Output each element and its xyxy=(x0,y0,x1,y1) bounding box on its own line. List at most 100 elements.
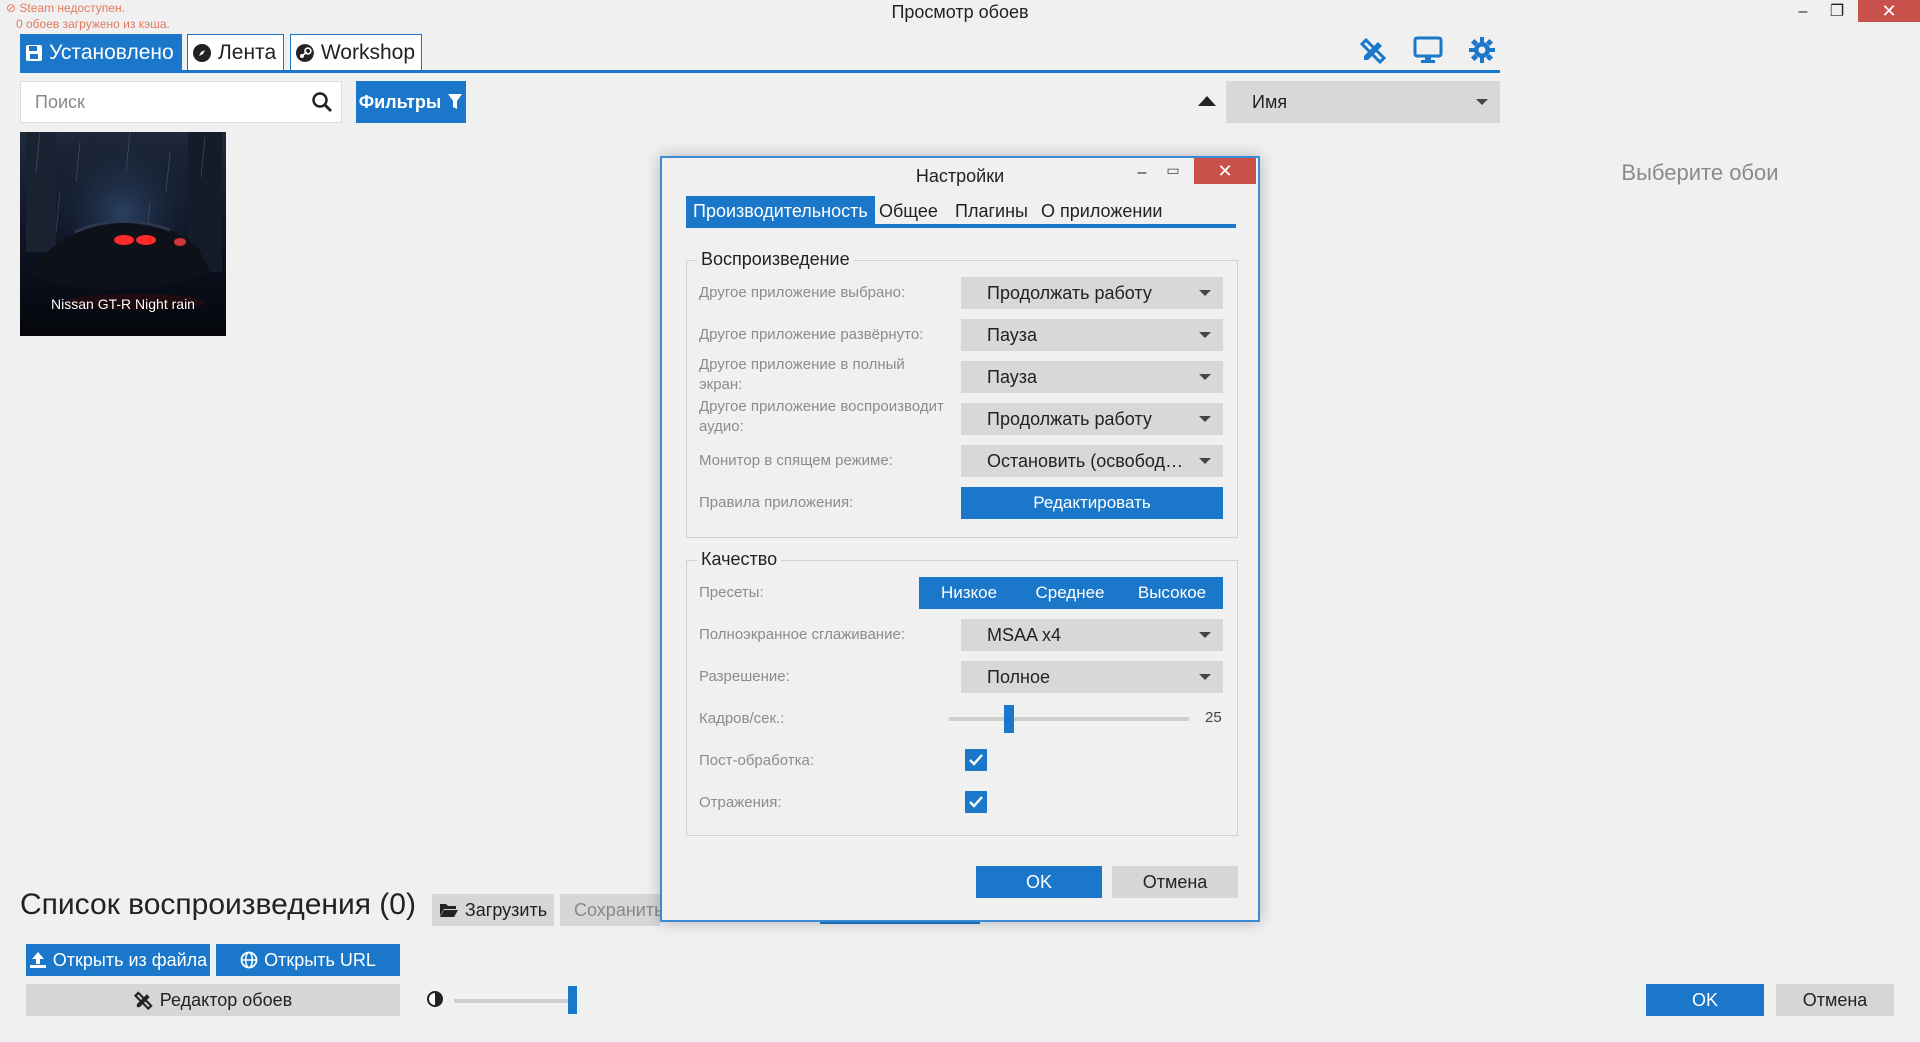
antialiasing-label: Полноэкранное сглаживание: xyxy=(699,626,905,643)
folder-open-icon xyxy=(439,904,458,917)
fps-label: Кадров/сек.: xyxy=(699,710,785,727)
compass-icon xyxy=(193,43,211,62)
tab-about[interactable]: О приложении xyxy=(1034,196,1169,226)
wallpaper-editor-button[interactable]: Редактор обоев xyxy=(26,984,400,1016)
tab-general[interactable]: Общее xyxy=(872,196,945,226)
monitor-icon xyxy=(1413,36,1443,63)
app-audio-label: Другое приложение воспроизводит аудио: xyxy=(699,398,944,435)
chevron-down-icon xyxy=(1199,290,1211,296)
fps-slider-track[interactable] xyxy=(949,717,1189,721)
app-fullscreen-value: Пауза xyxy=(987,367,1038,387)
tab-underline xyxy=(20,70,1500,73)
close-button[interactable]: ✕ xyxy=(1858,0,1920,22)
load-playlist-label: Загрузить xyxy=(464,899,548,920)
chevron-down-icon xyxy=(1199,416,1211,422)
save-playlist-button[interactable]: Сохранить xyxy=(560,894,660,926)
tab-performance[interactable]: Производительность xyxy=(686,196,875,226)
tab-workshop[interactable]: Workshop xyxy=(290,34,422,71)
filters-button[interactable]: Фильтры xyxy=(356,81,466,123)
save-icon xyxy=(26,44,42,61)
sort-select[interactable]: Имя xyxy=(1226,81,1500,123)
post-processing-checkbox[interactable] xyxy=(965,749,987,771)
app-maximized-select[interactable]: Пауза xyxy=(961,319,1223,351)
monitor-sleep-label: Монитор в спящем режиме: xyxy=(699,452,893,469)
dialog-close-button[interactable]: ✕ xyxy=(1194,158,1256,184)
edit-rules-button[interactable]: Редактировать xyxy=(961,487,1223,519)
preset-high-button[interactable]: Высокое xyxy=(1121,577,1223,609)
app-focused-value: Продолжать работу xyxy=(987,283,1152,303)
playback-group: Воспроизведение Другое приложение выбран… xyxy=(686,249,1238,538)
quality-group: Качество Пресеты: Низкое Среднее Высокое… xyxy=(686,549,1238,836)
reflections-checkbox[interactable] xyxy=(965,791,987,813)
pencil-ruler-icon xyxy=(1360,37,1387,64)
maximize-button[interactable]: ❐ xyxy=(1824,0,1850,22)
chevron-down-icon xyxy=(1199,674,1211,680)
minimize-button[interactable]: – xyxy=(1790,0,1816,22)
preset-medium-button[interactable]: Среднее xyxy=(1019,577,1121,609)
save-playlist-label: Сохранить xyxy=(574,899,660,920)
ok-button[interactable]: OK xyxy=(1646,984,1764,1016)
tab-feed[interactable]: Лента xyxy=(187,34,284,71)
chevron-down-icon xyxy=(1199,458,1211,464)
app-rules-label: Правила приложения: xyxy=(699,494,854,511)
antialiasing-select[interactable]: MSAA x4 xyxy=(961,619,1223,651)
tab-installed-label: Установлено xyxy=(49,41,174,64)
preview-placeholder: Выберите обои xyxy=(1621,160,1779,185)
upload-icon xyxy=(29,952,46,968)
wallpaper-editor-label: Редактор обоев xyxy=(159,989,293,1010)
dialog-minimize-button[interactable]: – xyxy=(1132,164,1152,182)
app-focused-label: Другое приложение выбрано: xyxy=(699,284,906,301)
tab-plugins[interactable]: Плагины xyxy=(948,196,1035,226)
search-input[interactable] xyxy=(21,82,291,122)
open-url-button[interactable]: Открыть URL xyxy=(216,944,400,976)
app-focused-select[interactable]: Продолжать работу xyxy=(961,277,1223,309)
dialog-cancel-button[interactable]: Отмена xyxy=(1112,866,1238,898)
editor-tool-button[interactable] xyxy=(1356,34,1392,66)
wallpaper-item[interactable]: Nissan GT-R Night rain xyxy=(20,132,226,336)
resolution-select[interactable]: Полное xyxy=(961,661,1223,693)
presets-group: Низкое Среднее Высокое xyxy=(919,577,1223,609)
dialog-cancel-label: Отмена xyxy=(1142,871,1208,892)
brightness-slider-handle[interactable] xyxy=(568,986,577,1014)
cancel-button[interactable]: Отмена xyxy=(1776,984,1894,1016)
display-button[interactable] xyxy=(1410,34,1446,66)
wallpaper-title: Nissan GT-R Night rain xyxy=(51,296,195,312)
dialog-tab-underline xyxy=(686,224,1236,228)
load-playlist-button[interactable]: Загрузить xyxy=(432,894,554,926)
open-file-button[interactable]: Открыть из файла xyxy=(26,944,210,976)
brightness-icon xyxy=(426,990,444,1013)
post-processing-label: Пост-обработка: xyxy=(699,752,814,769)
search-icon[interactable] xyxy=(311,91,333,118)
settings-button[interactable] xyxy=(1464,34,1500,66)
app-maximized-value: Пауза xyxy=(987,325,1038,345)
filters-label: Фильтры xyxy=(358,92,442,112)
fps-slider-handle[interactable] xyxy=(1004,705,1014,733)
steam-icon xyxy=(295,43,314,62)
tab-workshop-label: Workshop xyxy=(320,41,415,64)
antialiasing-value: MSAA x4 xyxy=(987,625,1062,645)
brightness-slider-track[interactable] xyxy=(454,999,574,1003)
settings-dialog: Настройки – ▭ ✕ Производительность Общее… xyxy=(660,156,1260,922)
window-title: Просмотр обоев xyxy=(891,2,1029,22)
chevron-down-icon xyxy=(1476,99,1488,105)
dialog-maximize-button[interactable]: ▭ xyxy=(1162,162,1184,179)
app-fullscreen-select[interactable]: Пауза xyxy=(961,361,1223,393)
sort-direction-button[interactable] xyxy=(1198,96,1216,106)
filter-icon xyxy=(448,94,463,109)
reflections-label: Отражения: xyxy=(699,794,782,811)
app-audio-select[interactable]: Продолжать работу xyxy=(961,403,1223,435)
open-url-label: Открыть URL xyxy=(264,949,376,970)
chevron-down-icon xyxy=(1199,374,1211,380)
dialog-ok-button[interactable]: OK xyxy=(976,866,1102,898)
preset-low-button[interactable]: Низкое xyxy=(919,577,1019,609)
tab-installed[interactable]: Установлено xyxy=(20,34,182,71)
search-box xyxy=(20,81,342,123)
chevron-down-icon xyxy=(1199,332,1211,338)
tab-feed-label: Лента xyxy=(218,41,277,64)
monitor-sleep-select[interactable]: Остановить (освободить память) xyxy=(961,445,1223,477)
open-file-label: Открыть из файла xyxy=(52,949,208,970)
gear-icon xyxy=(1469,37,1495,63)
playback-legend: Воспроизведение xyxy=(697,249,854,270)
check-icon xyxy=(969,796,983,808)
pencil-ruler-icon xyxy=(133,991,153,1010)
